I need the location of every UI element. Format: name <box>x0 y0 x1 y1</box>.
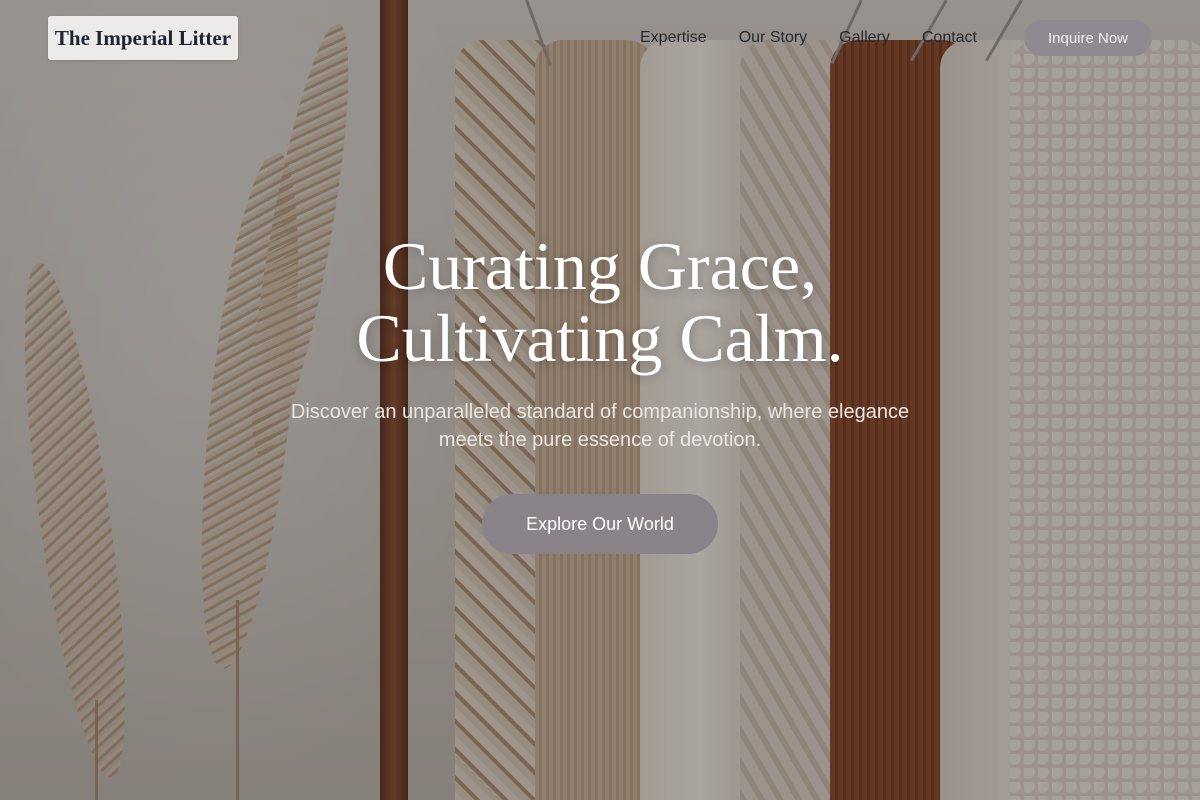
nav-link-contact[interactable]: Contact <box>922 29 977 47</box>
hero-subtitle: Discover an unparalleled standard of com… <box>260 398 940 454</box>
explore-our-world-button[interactable]: Explore Our World <box>482 494 718 554</box>
site-logo[interactable]: The Imperial Litter <box>48 16 238 60</box>
hero-subtitle-line-2: meets the pure essence of devotion. <box>438 429 762 451</box>
nav-link-our-story[interactable]: Our Story <box>739 29 807 47</box>
main-nav: Expertise Our Story Gallery Contact <box>640 20 1009 56</box>
inquire-now-button[interactable]: Inquire Now <box>1024 20 1152 56</box>
hero-section: Curating Grace, Cultivating Calm. Discov… <box>0 230 1200 554</box>
hero-title-line-2: Cultivating Calm. <box>356 300 844 376</box>
hero-subtitle-line-1: Discover an unparalleled standard of com… <box>290 401 910 423</box>
hero-title-line-1: Curating Grace, <box>382 228 818 304</box>
nav-link-gallery[interactable]: Gallery <box>839 29 890 47</box>
nav-link-expertise[interactable]: Expertise <box>640 29 707 47</box>
hero-title: Curating Grace, Cultivating Calm. <box>0 230 1200 374</box>
site-header: The Imperial Litter Expertise Our Story … <box>0 0 1200 76</box>
